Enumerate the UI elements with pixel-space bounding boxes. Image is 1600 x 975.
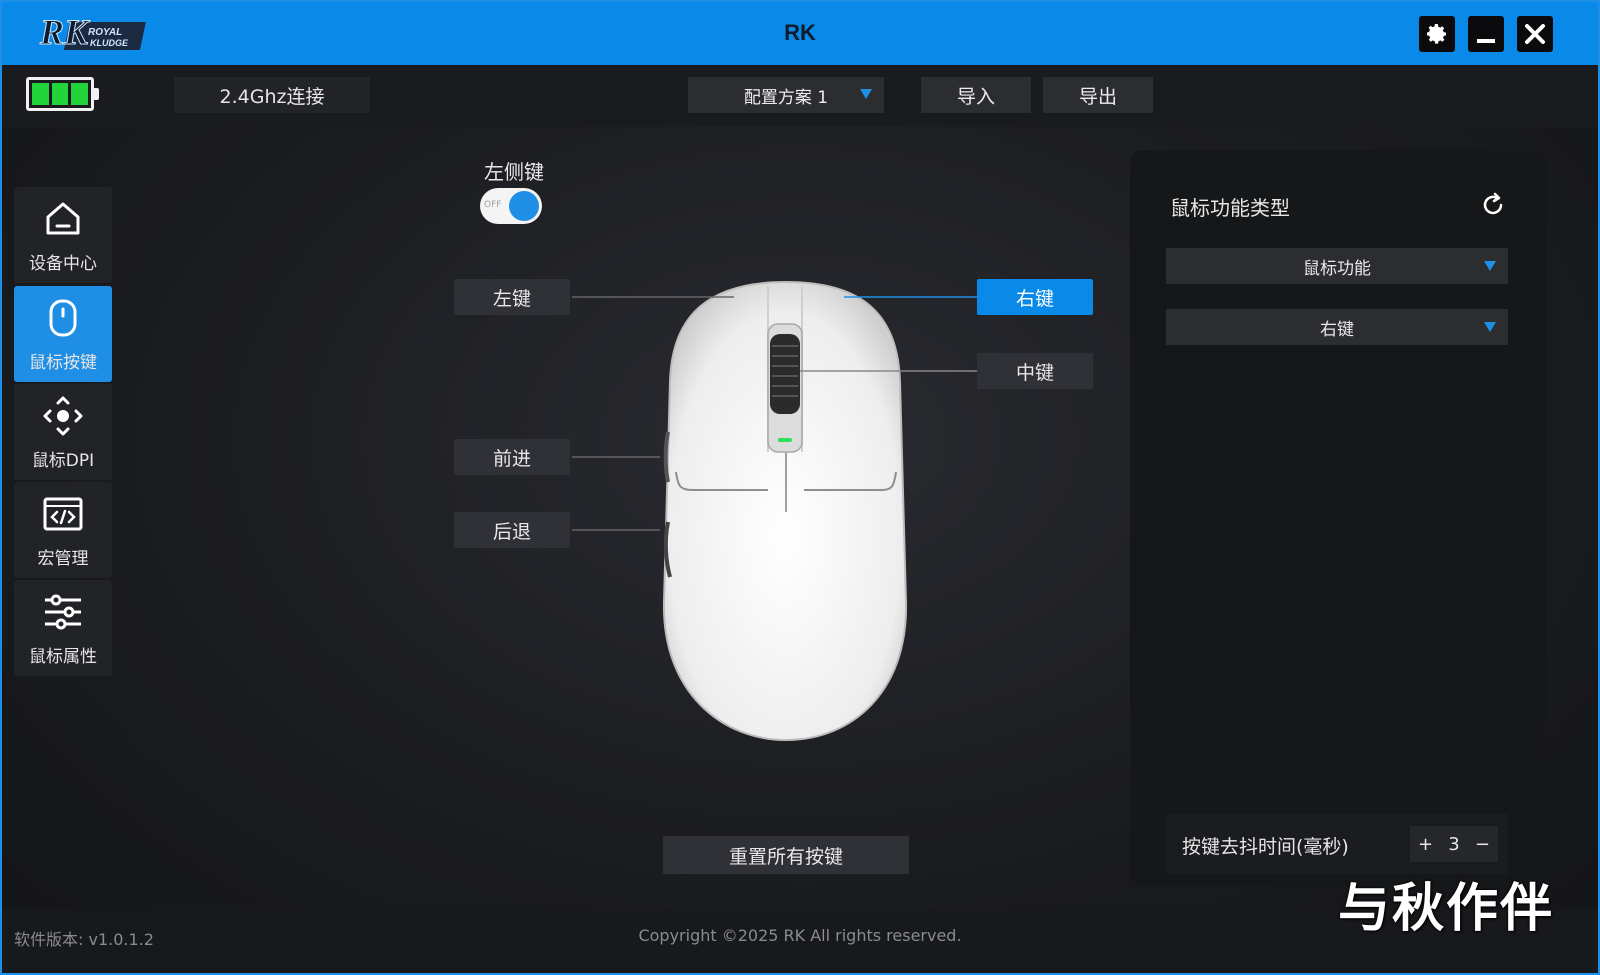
- reset-all-keys-button[interactable]: 重置所有按键: [663, 836, 909, 874]
- mouse-icon: [49, 299, 77, 336]
- sidebar-item-mouse-buttons[interactable]: 鼠标按键: [14, 286, 112, 382]
- toggle-knob: [509, 191, 539, 221]
- settings-button[interactable]: [1419, 16, 1455, 52]
- right-button[interactable]: 右键: [977, 279, 1093, 315]
- mouse-image: [572, 280, 978, 742]
- battery-cell: [51, 83, 69, 105]
- debounce-row: 按键去抖时间(毫秒) + 3 −: [1166, 814, 1508, 874]
- forward-button[interactable]: 前进: [454, 439, 570, 475]
- decrement-button[interactable]: −: [1475, 834, 1490, 855]
- home-icon: [46, 202, 80, 234]
- dpi-icon: [43, 396, 83, 435]
- sidebar-item-mouse-dpi[interactable]: 鼠标DPI: [14, 384, 112, 480]
- battery-indicator: [26, 77, 99, 111]
- chevron-down-icon: [1484, 322, 1496, 332]
- sidebar-item-label: 鼠标按键: [29, 352, 97, 373]
- function-value: 右键: [1320, 319, 1354, 340]
- macro-icon: [43, 497, 83, 530]
- function-type-value: 鼠标功能: [1303, 258, 1371, 279]
- panel-title: 鼠标功能类型: [1170, 196, 1290, 220]
- sidebar-item-mouse-properties[interactable]: 鼠标属性: [14, 580, 112, 676]
- back-button[interactable]: 后退: [454, 512, 570, 548]
- chevron-down-icon: [860, 89, 872, 99]
- connection-status: 2.4Ghz连接: [174, 77, 370, 113]
- function-panel: 鼠标功能类型 鼠标功能 右键 按键去抖时间(毫秒) + 3 −: [1130, 150, 1546, 886]
- export-button[interactable]: 导出: [1043, 77, 1153, 113]
- top-toolbar: 2.4Ghz连接 配置方案 1 导入 导出: [2, 65, 1598, 127]
- middle-button[interactable]: 中键: [977, 353, 1093, 389]
- app-window: RK ROYAL KLUDGE RK 2.4Ghz连接 配置方案 1 导入 导出…: [0, 0, 1600, 975]
- minimize-button[interactable]: [1468, 16, 1504, 52]
- minimize-icon: [1477, 39, 1495, 43]
- watermark-text: 与秋作伴: [1338, 879, 1555, 939]
- close-icon: [1525, 24, 1545, 44]
- sidebar-item-label: 宏管理: [37, 548, 89, 569]
- app-title: RK: [784, 20, 816, 45]
- battery-cell: [32, 83, 49, 105]
- function-type-select[interactable]: 鼠标功能: [1166, 248, 1508, 284]
- battery-cell: [71, 83, 89, 105]
- left-button[interactable]: 左键: [454, 279, 570, 315]
- debounce-label: 按键去抖时间(毫秒): [1182, 836, 1349, 858]
- debounce-value: 3: [1448, 833, 1460, 855]
- chevron-down-icon: [1484, 261, 1496, 271]
- refresh-icon[interactable]: [1480, 192, 1506, 218]
- increment-button[interactable]: +: [1418, 834, 1433, 855]
- debounce-stepper[interactable]: + 3 −: [1410, 826, 1498, 862]
- sliders-icon: [45, 594, 81, 629]
- sidebar-item-device-center[interactable]: 设备中心: [14, 187, 112, 283]
- import-button[interactable]: 导入: [921, 77, 1031, 113]
- profile-select-value: 配置方案 1: [743, 87, 829, 108]
- close-button[interactable]: [1517, 16, 1553, 52]
- side-key-toggle[interactable]: OFF: [480, 188, 542, 224]
- title-bar[interactable]: RK ROYAL KLUDGE RK: [2, 2, 1598, 65]
- sidebar-item-label: 设备中心: [29, 253, 97, 274]
- side-key-label: 左侧键: [484, 160, 544, 184]
- profile-select[interactable]: 配置方案 1: [688, 77, 884, 113]
- toggle-off-text: OFF: [484, 200, 502, 210]
- sidebar-item-label: 鼠标属性: [29, 646, 97, 667]
- sidebar-item-macro[interactable]: 宏管理: [14, 482, 112, 578]
- sidebar-item-label: 鼠标DPI: [31, 450, 95, 471]
- gear-icon: [1427, 24, 1446, 44]
- function-value-select[interactable]: 右键: [1166, 309, 1508, 345]
